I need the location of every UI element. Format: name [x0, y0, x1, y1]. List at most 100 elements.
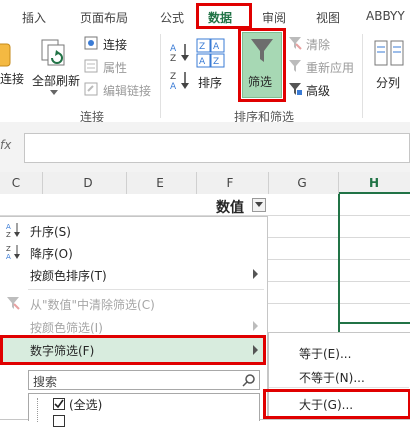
column-header-h[interactable]: H: [364, 176, 384, 190]
column-divider[interactable]: [126, 172, 127, 194]
clear-filter-icon: [7, 297, 20, 310]
menu-item-label: 从"数值"中清除筛选(C): [30, 298, 155, 312]
svg-text:Z: Z: [170, 72, 176, 82]
insert-function-icon[interactable]: fx: [0, 138, 11, 152]
menu-item-sort-ascending[interactable]: A Z 升序(S): [0, 219, 266, 241]
advanced-filter-icon: [289, 83, 302, 95]
sort-dialog-icon: Z A A Z: [196, 38, 225, 68]
selection-border: [338, 322, 410, 324]
menu-item-label: 升序(S): [30, 225, 71, 239]
ribbon-separator: [160, 34, 161, 118]
text-to-columns-icon: [374, 40, 404, 66]
clear-button[interactable]: 清除: [306, 36, 330, 53]
menu-item-sort-descending[interactable]: Z A 降序(O): [0, 241, 266, 263]
refresh-all-button[interactable]: 全部刷新: [26, 34, 84, 104]
tab-view[interactable]: 视图: [316, 9, 340, 26]
text-to-columns-button[interactable]: 分列: [368, 34, 410, 104]
submenu-arrow-icon: [253, 269, 258, 279]
dropdown-caret-icon: [50, 90, 58, 95]
svg-text:Z: Z: [199, 42, 205, 52]
value-list[interactable]: (全选): [28, 393, 260, 427]
svg-text:Z: Z: [213, 57, 219, 67]
svg-text:Z: Z: [6, 245, 11, 253]
column-header-e[interactable]: E: [150, 176, 170, 190]
tab-page-layout[interactable]: 页面布局: [80, 9, 128, 26]
column-divider[interactable]: [196, 172, 197, 194]
column-divider[interactable]: [268, 172, 269, 194]
connections-icon: [84, 36, 98, 50]
advanced-button[interactable]: 高级: [306, 82, 330, 99]
reapply-button[interactable]: 重新应用: [306, 59, 354, 76]
submenu-item-equals[interactable]: 等于(E)...: [299, 345, 351, 362]
menu-item-clear-filter[interactable]: 从"数值"中清除筛选(C): [0, 292, 266, 314]
text-to-columns-label: 分列: [376, 76, 401, 90]
tab-abbyy[interactable]: ABBYY: [366, 9, 405, 23]
formula-input[interactable]: [24, 133, 410, 163]
refresh-all-icon: [41, 39, 65, 66]
sort-ascending-icon: A Z: [6, 223, 20, 238]
search-placeholder: 搜索: [33, 375, 58, 389]
checkmark-icon: [54, 399, 64, 409]
ribbon-separator: [362, 34, 363, 118]
highlight-data-tab: [196, 3, 252, 29]
column-header-g[interactable]: G: [292, 176, 312, 190]
tab-review[interactable]: 审阅: [262, 9, 286, 26]
menu-item-label: 降序(O): [30, 247, 73, 261]
sort-ascending-icon[interactable]: A Z: [170, 42, 192, 62]
svg-text:A: A: [170, 44, 177, 54]
svg-text:A: A: [170, 82, 177, 90]
highlight-number-filters: [0, 335, 266, 365]
search-icon: [242, 374, 255, 387]
ribbon-tab-bar: 插入 页面布局 公式 数据 审阅 视图 ABBYY: [0, 0, 410, 31]
partial-connections-label[interactable]: 连接: [0, 70, 24, 87]
svg-text:Z: Z: [170, 54, 176, 62]
properties-button[interactable]: 属性: [103, 59, 127, 76]
edit-links-button[interactable]: 编辑链接: [103, 82, 151, 99]
filter-dropdown-button[interactable]: [252, 198, 266, 212]
number-filters-submenu: 等于(E)... 不等于(N)... 大于(G)...: [263, 332, 410, 420]
menu-separator: [28, 289, 264, 290]
sort-button[interactable]: Z A A Z 排序: [194, 34, 230, 104]
autofilter-menu: A Z 升序(S) Z A 降序(O) 按颜色排序(T) 从"数值"中清除筛选(…: [0, 216, 268, 427]
column-divider[interactable]: [42, 172, 43, 194]
edit-links-icon: [84, 82, 98, 96]
column-headers: C D E F G H: [0, 172, 410, 195]
sort-descending-icon: Z A: [6, 245, 20, 260]
svg-text:A: A: [199, 57, 206, 67]
tree-line: [37, 398, 39, 422]
svg-text:A: A: [213, 42, 220, 52]
submenu-item-not-equals[interactable]: 不等于(N)...: [299, 369, 365, 386]
connections-button[interactable]: 连接: [103, 36, 127, 53]
reapply-icon: [289, 60, 301, 72]
tab-formulas[interactable]: 公式: [160, 9, 184, 26]
selection-border: [338, 194, 340, 332]
menu-item-filter-by-color[interactable]: 按颜色筛选(I): [0, 315, 266, 337]
select-all-label: (全选): [69, 398, 103, 412]
properties-icon: [84, 59, 98, 73]
menu-item-label: 按颜色筛选(I): [30, 321, 103, 335]
submenu-arrow-icon: [253, 321, 258, 331]
chevron-down-icon: [255, 202, 263, 207]
column-header-c[interactable]: C: [6, 176, 26, 190]
column-header-d[interactable]: D: [78, 176, 98, 190]
partial-database-icon: [0, 43, 11, 67]
header-cell-text[interactable]: 数值: [216, 197, 244, 217]
tab-insert[interactable]: 插入: [22, 9, 46, 26]
select-all-checkbox[interactable]: [53, 398, 65, 410]
svg-text:A: A: [6, 223, 11, 231]
search-input[interactable]: 搜索: [28, 370, 260, 390]
column-header-f[interactable]: F: [220, 176, 240, 190]
svg-text:A: A: [6, 253, 11, 260]
svg-text:Z: Z: [6, 231, 11, 238]
highlight-filter-button: [238, 28, 286, 102]
clear-filter-icon: [289, 37, 302, 50]
value-checkbox[interactable]: [53, 415, 65, 427]
menu-item-label: 按颜色排序(T): [30, 269, 107, 283]
highlight-greater-than: [263, 389, 410, 419]
ribbon-panel: 连接 全部刷新 连接 属性 编辑链接 连接 A Z Z A Z A A Z 排序…: [0, 28, 410, 124]
sort-label: 排序: [198, 76, 223, 90]
column-divider[interactable]: [338, 172, 339, 194]
menu-separator: [269, 387, 409, 388]
menu-item-sort-by-color[interactable]: 按颜色排序(T): [0, 263, 266, 285]
sort-descending-icon[interactable]: Z A: [170, 70, 192, 90]
